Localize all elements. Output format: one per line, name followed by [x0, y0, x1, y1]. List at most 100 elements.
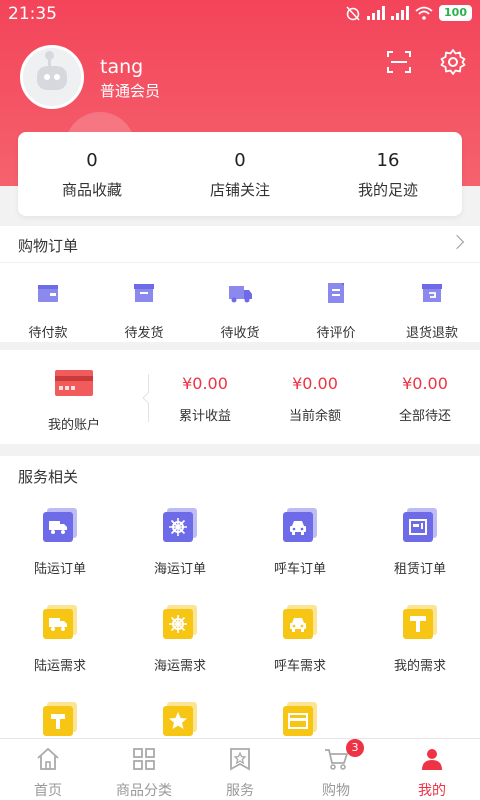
signal-icon [367, 6, 386, 20]
category-icon [133, 748, 155, 770]
wifi-icon [415, 6, 433, 20]
account-card-icon [55, 370, 93, 396]
nav-mine[interactable]: 我的 [384, 739, 480, 800]
service-label: 海运订单 [153, 562, 206, 577]
amount-value: ¥0.00 [182, 374, 228, 393]
ship-wheel-icon [163, 508, 197, 546]
scan-icon[interactable] [385, 48, 413, 76]
stat-label: 我的足迹 [357, 181, 418, 199]
service-label: 呼车需求 [273, 659, 326, 674]
order-label: 待评价 [316, 326, 356, 341]
order-returns[interactable]: 退货退款 [384, 270, 480, 341]
account-all-pending-repayment[interactable]: ¥0.00 全部待还 [370, 350, 480, 444]
service-icon [230, 748, 250, 771]
order-label: 退货退款 [405, 326, 458, 341]
account-total-earnings[interactable]: ¥0.00 累计收益 [150, 350, 260, 444]
stats-card: 0 商品收藏 0 店铺关注 16 我的足迹 [18, 132, 462, 216]
service-car-demand[interactable]: 呼车需求 [240, 597, 360, 694]
box-icon [134, 284, 154, 302]
orders-title[interactable]: 购物订单 [18, 235, 78, 256]
status-bar: 21:35 100 [0, 0, 480, 30]
cart-badge: 3 [346, 739, 364, 757]
account-section: 我的账户 ¥0.00 累计收益 ¥0.00 当前余额 ¥0.00 全部待还 [0, 350, 480, 444]
username: tang [100, 56, 144, 78]
review-doc-icon [328, 283, 344, 303]
settings-gear-icon[interactable] [439, 48, 467, 76]
t-icon [403, 605, 437, 643]
stat-value: 16 [376, 150, 400, 171]
amount-label: 全部待还 [398, 409, 451, 424]
avatar[interactable] [20, 45, 84, 109]
alarm-off-icon [346, 6, 360, 21]
amount-label: 当前余额 [288, 409, 341, 424]
robot-avatar-icon [37, 66, 67, 90]
stat-shop-follows[interactable]: 0 店铺关注 [166, 132, 314, 216]
hammer-icon [43, 702, 77, 738]
services-section: 服务相关 陆运订单 海运订单 呼车订单 租赁订单 陆运需求 海运需求 呼车需求 … [0, 456, 480, 738]
account-current-balance[interactable]: ¥0.00 当前余额 [260, 350, 370, 444]
stat-label: 商品收藏 [61, 181, 122, 199]
nav-cart[interactable]: 3 购物 [288, 739, 384, 800]
ship-wheel-icon [163, 605, 197, 643]
service-land-demand[interactable]: 陆运需求 [0, 597, 120, 694]
service-label: 我的需求 [393, 659, 446, 674]
stat-favorites[interactable]: 0 商品收藏 [18, 132, 166, 216]
order-pending-payment[interactable]: 待付款 [0, 270, 96, 341]
service-item-10[interactable] [120, 694, 240, 738]
signal-icon [391, 6, 410, 20]
stat-value: 0 [86, 150, 98, 171]
account-divider [148, 374, 149, 422]
truck-icon [43, 605, 77, 643]
service-car-orders[interactable]: 呼车订单 [240, 500, 360, 597]
service-my-demand[interactable]: 我的需求 [360, 597, 480, 694]
service-lease-orders[interactable]: 租赁订单 [360, 500, 480, 597]
card-icon [283, 702, 317, 738]
chevron-right-icon[interactable] [449, 234, 465, 250]
account-label: 我的账户 [47, 418, 100, 433]
service-label: 陆运需求 [33, 659, 86, 674]
amount-value: ¥0.00 [292, 374, 338, 393]
service-label: 租赁订单 [393, 562, 446, 577]
order-pending-review[interactable]: 待评价 [288, 270, 384, 341]
status-time: 21:35 [8, 4, 57, 24]
cart-icon [325, 749, 349, 770]
home-icon [37, 747, 59, 770]
stat-label: 店铺关注 [209, 181, 270, 199]
amount-label: 累计收益 [178, 409, 231, 424]
return-box-icon [422, 284, 442, 302]
orders-section: 购物订单 待付款 待发货 待收货 待评价 退货退款 [0, 226, 480, 342]
car-icon [283, 605, 317, 643]
service-label: 陆运订单 [33, 562, 86, 577]
service-sea-demand[interactable]: 海运需求 [120, 597, 240, 694]
stat-footprints[interactable]: 16 我的足迹 [314, 132, 462, 216]
car-icon [283, 508, 317, 546]
nav-label: 购物 [322, 783, 350, 799]
star-icon [163, 702, 197, 738]
lease-icon [403, 508, 437, 546]
member-level: 普通会员 [100, 82, 161, 100]
amount-value: ¥0.00 [402, 374, 448, 393]
order-pending-receipt[interactable]: 待收货 [192, 270, 288, 341]
nav-label: 服务 [226, 783, 254, 799]
service-sea-orders[interactable]: 海运订单 [120, 500, 240, 597]
service-item-9[interactable] [0, 694, 120, 738]
battery-icon: 100 [439, 5, 472, 21]
bottom-nav: 首页 商品分类 服务 3 购物 我的 [0, 738, 480, 800]
service-label: 海运需求 [153, 659, 206, 674]
truck-icon [43, 508, 77, 546]
person-icon [422, 749, 442, 770]
order-pending-shipment[interactable]: 待发货 [96, 270, 192, 341]
stat-value: 0 [234, 150, 246, 171]
order-label: 待付款 [28, 326, 68, 341]
services-title: 服务相关 [18, 468, 79, 486]
nav-service[interactable]: 服务 [192, 739, 288, 800]
nav-label: 商品分类 [116, 783, 172, 799]
my-account-button[interactable]: 我的账户 [0, 350, 148, 444]
nav-category[interactable]: 商品分类 [96, 739, 192, 800]
nav-label: 我的 [418, 783, 446, 799]
service-land-orders[interactable]: 陆运订单 [0, 500, 120, 597]
service-label: 呼车订单 [273, 562, 326, 577]
nav-label: 首页 [34, 783, 62, 799]
nav-home[interactable]: 首页 [0, 739, 96, 800]
service-item-11[interactable] [240, 694, 360, 738]
